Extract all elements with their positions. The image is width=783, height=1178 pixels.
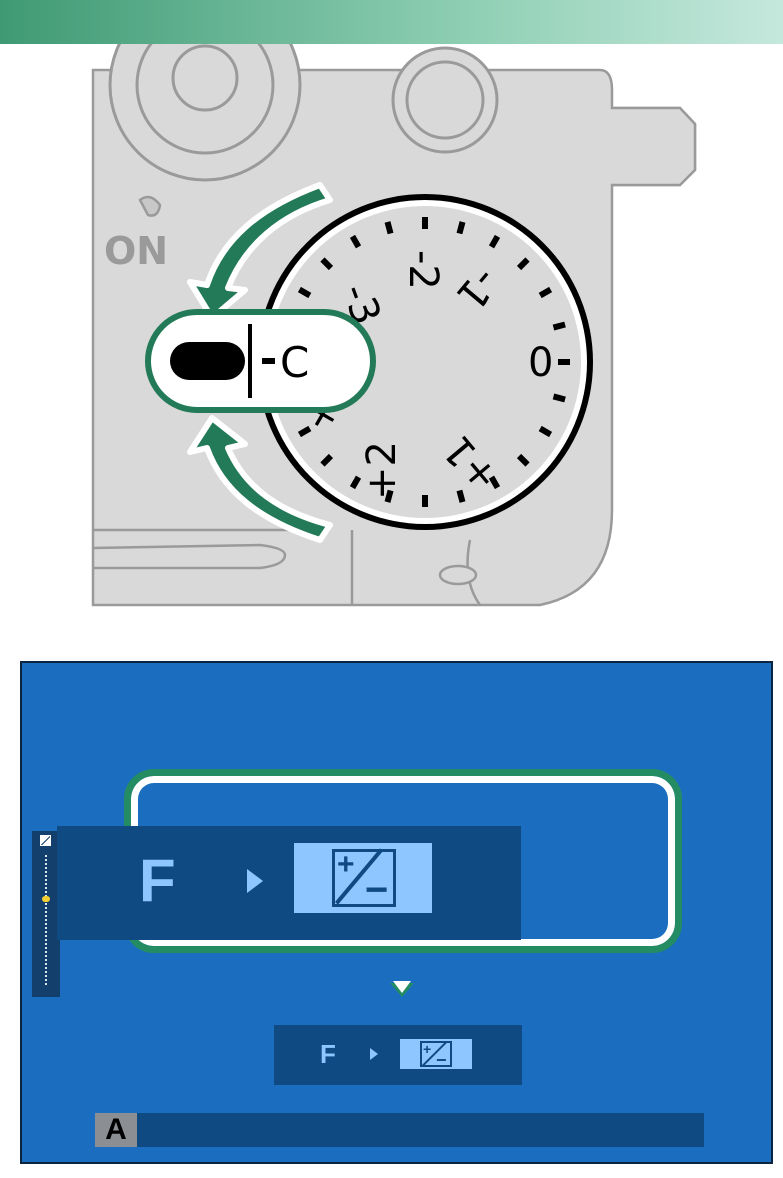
lower-screw (438, 564, 478, 586)
status-exposure-compensation-icon: + − (400, 1039, 472, 1069)
header-band (0, 0, 783, 44)
exposure-scale-ticks (45, 855, 49, 985)
exposure-indicator (42, 896, 50, 902)
right-triangle-icon (247, 869, 263, 893)
dial-tick (384, 221, 394, 235)
status-assignment-bar: F + − (274, 1025, 522, 1085)
callout-pointer-fill (393, 981, 411, 993)
exposure-compensation-icon[interactable]: + − (294, 843, 432, 913)
function-f-label: F (139, 847, 176, 914)
exposure-scale (32, 831, 60, 997)
status-right-triangle-icon (370, 1048, 378, 1060)
dial-tick (456, 489, 466, 503)
dial-position-indicator: C (145, 309, 376, 413)
camera-illustration: ON -2 -1 0 +1 +2 +3 -3 C (91, 44, 697, 607)
status-f-label: F (320, 1039, 336, 1069)
lcd-screen: F + − F + − A (20, 661, 773, 1164)
dial-tick (552, 393, 566, 403)
dial-label-minus2: -2 (400, 250, 446, 290)
dial-tick (552, 321, 566, 331)
callout-panel: F + − (57, 826, 521, 940)
dial-tick (456, 221, 466, 235)
dial-position-c-label: C (280, 338, 309, 387)
power-on-label: ON (104, 229, 168, 273)
dial-label-plus2: +2 (359, 441, 405, 500)
exposure-compensation-icon (40, 835, 51, 846)
bottom-status-bar: A (95, 1113, 704, 1147)
dial-label-zero: 0 (528, 340, 553, 386)
shooting-mode-badge: A (95, 1113, 137, 1147)
